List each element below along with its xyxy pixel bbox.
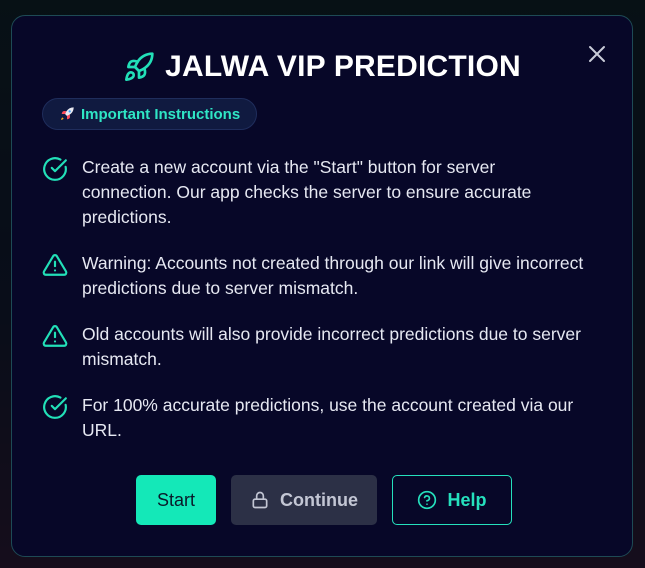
instruction-text: Old accounts will also provide incorrect… bbox=[82, 324, 581, 369]
list-item: For 100% accurate predictions, use the a… bbox=[42, 393, 587, 443]
lock-icon bbox=[252, 491, 268, 509]
continue-button-label: Continue bbox=[280, 489, 358, 510]
check-circle-icon bbox=[43, 395, 67, 419]
instructions-badge: Important Instructions bbox=[42, 98, 258, 130]
action-buttons: Start Continue Help bbox=[136, 475, 512, 525]
modal-header: JALWA VIP PREDICTION bbox=[12, 50, 632, 84]
instruction-text: Warning: Accounts not created through ou… bbox=[82, 253, 584, 298]
instruction-text: Create a new account via the "Start" but… bbox=[82, 157, 532, 227]
prediction-modal: JALWA VIP PREDICTION Important Instructi… bbox=[11, 15, 633, 557]
list-item: Create a new account via the "Start" but… bbox=[42, 155, 587, 230]
badge-label: Important Instructions bbox=[81, 105, 241, 123]
rocket-icon bbox=[125, 52, 154, 81]
start-button-label: Start bbox=[156, 489, 195, 510]
warning-triangle-icon bbox=[42, 325, 68, 347]
check-circle-icon bbox=[43, 157, 67, 181]
rocket-icon bbox=[61, 107, 74, 120]
start-button[interactable]: Start bbox=[136, 475, 216, 525]
continue-button[interactable]: Continue bbox=[231, 475, 377, 525]
help-button[interactable]: Help bbox=[392, 475, 512, 525]
list-item: Old accounts will also provide incorrect… bbox=[42, 322, 587, 372]
list-item: Warning: Accounts not created through ou… bbox=[42, 251, 587, 301]
modal-title: JALWA VIP PREDICTION bbox=[165, 50, 521, 83]
warning-triangle-icon bbox=[42, 254, 68, 276]
help-button-label: Help bbox=[447, 489, 487, 510]
instructions-list: Create a new account via the "Start" but… bbox=[42, 155, 587, 464]
question-circle-icon bbox=[418, 490, 437, 510]
instruction-text: For 100% accurate predictions, use the a… bbox=[82, 395, 574, 440]
